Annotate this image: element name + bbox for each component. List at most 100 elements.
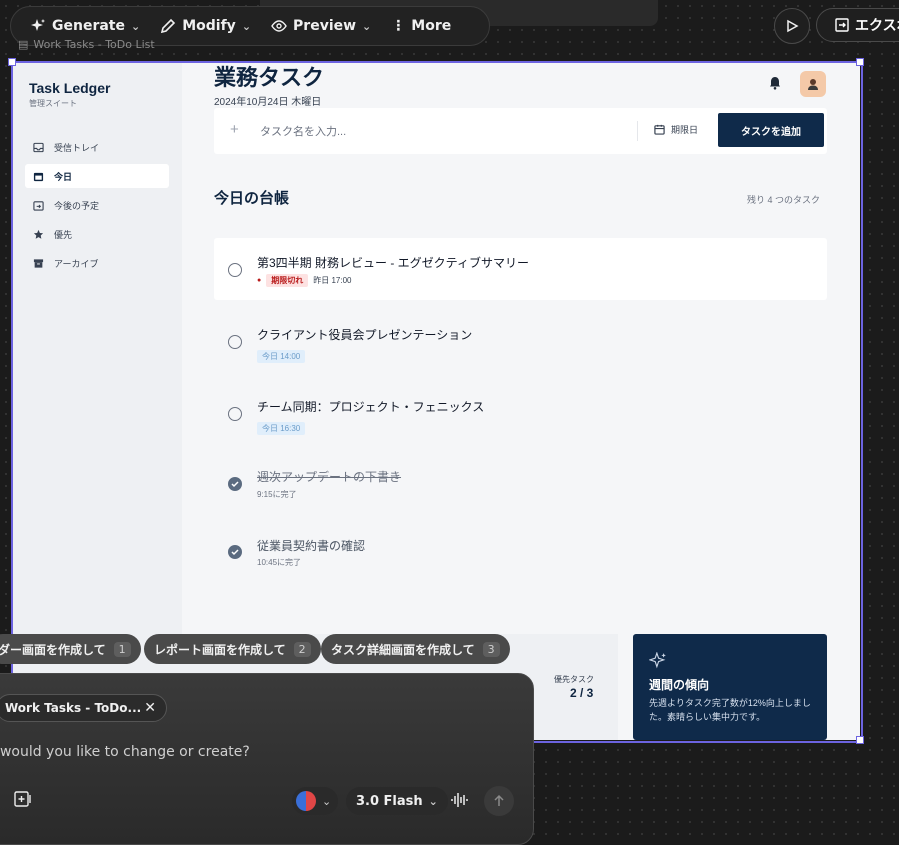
pencil-icon <box>161 18 176 34</box>
modify-label: Modify <box>182 18 236 34</box>
suggestion-chip[interactable]: タスク詳細画面を作成して 3 <box>321 634 510 664</box>
add-attachment-button[interactable] <box>14 791 32 811</box>
modify-button[interactable]: Modify ⌄ <box>151 11 260 41</box>
play-icon <box>787 19 799 33</box>
weekly-trend-card: 週間の傾向 先週よりタスク完了数が12%向上しました。素晴らしい集中力です。 <box>633 634 827 740</box>
task-row[interactable]: チーム同期：プロジェクト・フェニックス 今日 16:30 <box>214 382 827 444</box>
suggestion-label: レポート画面を作成して <box>154 642 286 657</box>
chevron-down-icon: ⌄ <box>362 19 372 33</box>
sidebar-item-label: 受信トレイ <box>54 142 100 153</box>
suggestion-number: 1 <box>113 641 131 657</box>
suggestion-label: タスク詳細画面を作成して <box>331 642 475 657</box>
sidebar-item-upcoming[interactable]: 今後の予定 <box>25 193 169 217</box>
notifications-button[interactable] <box>769 76 781 95</box>
preview-label: Preview <box>293 18 357 34</box>
priority-label: 優先タスク <box>554 675 594 684</box>
overdue-badge: 期限切れ <box>266 274 309 287</box>
suggestion-number: 2 <box>293 641 311 657</box>
checkmark-icon <box>231 481 239 488</box>
context-file-pill[interactable]: Work Tasks - ToDo... ✕ <box>0 694 167 722</box>
sidebar-item-label: アーカイブ <box>54 258 99 269</box>
task-name-input[interactable] <box>258 120 622 144</box>
avatar[interactable] <box>800 71 826 97</box>
task-row[interactable]: クライアント役員会プレゼンテーション 今日 14:00 <box>214 310 827 372</box>
task-checkbox[interactable] <box>228 407 242 421</box>
trend-title: 週間の傾向 <box>649 678 710 692</box>
page-date: 2024年10月24日 木曜日 <box>214 97 322 108</box>
suggestion-chip[interactable]: レポート画面を作成して 2 <box>144 634 321 664</box>
task-title: チーム同期：プロジェクト・フェニックス <box>257 400 485 414</box>
task-checkbox-checked[interactable] <box>228 477 242 491</box>
task-row[interactable]: 従業員契約書の確認 10:45に完了 <box>214 524 827 586</box>
task-title: 従業員契約書の確認 <box>257 539 366 553</box>
suggestion-label: ダー画面を作成して <box>0 642 106 657</box>
flag-icon <box>296 791 316 811</box>
generate-button[interactable]: Generate ⌄ <box>21 11 149 41</box>
add-media-icon <box>14 791 31 807</box>
due-date-button[interactable]: 期限日 <box>654 123 698 136</box>
model-select[interactable]: 3.0 Flash ⌄ <box>346 787 448 815</box>
preview-button[interactable]: Preview ⌄ <box>262 11 380 41</box>
sidebar-item-label: 今日 <box>54 171 73 182</box>
more-button[interactable]: ⋮ More <box>382 11 460 41</box>
voice-input-button[interactable] <box>450 791 468 813</box>
user-avatar-icon <box>808 79 818 90</box>
sidebar-item-priority[interactable]: 優先 <box>25 222 169 246</box>
task-checkbox[interactable] <box>228 335 242 349</box>
task-row[interactable]: 週次アップデートの下書き 9:15に完了 <box>214 454 827 516</box>
add-task-button[interactable]: タスクを追加 <box>718 113 824 147</box>
star-icon <box>33 229 44 239</box>
task-checkbox-checked[interactable] <box>228 545 242 559</box>
task-meta: 今日 16:30 <box>257 418 306 436</box>
resize-handle[interactable] <box>8 58 16 66</box>
sparkle-icon <box>649 652 666 669</box>
prompt-input[interactable] <box>0 740 492 764</box>
export-label: エクスポ <box>855 18 899 34</box>
send-button[interactable] <box>484 786 514 816</box>
due-date-label: 期限日 <box>671 125 699 135</box>
more-vert-icon: ⋮ <box>391 18 406 34</box>
calendar-arrow-icon <box>33 200 44 211</box>
task-time-badge: 今日 16:30 <box>257 422 306 435</box>
remaining-count: 残り 4 つのタスク <box>747 195 821 205</box>
export-icon <box>835 18 849 32</box>
close-icon[interactable]: ✕ <box>144 700 156 716</box>
frame-label[interactable]: ▤ Work Tasks - ToDo List <box>18 38 155 51</box>
calendar-icon <box>654 124 665 135</box>
sidebar-item-inbox[interactable]: 受信トレイ <box>25 135 169 159</box>
overdue-dot-icon: ● <box>257 277 262 284</box>
task-title: 第3四半期 財務レビュー - エグゼクティブサマリー <box>257 256 529 270</box>
eye-icon <box>271 20 287 32</box>
task-checkbox[interactable] <box>228 263 242 277</box>
sidebar-item-label: 今後の予定 <box>54 200 100 211</box>
task-time-badge: 今日 14:00 <box>257 350 306 363</box>
play-button[interactable] <box>774 8 810 44</box>
task-meta: ● 期限切れ 昨日 17:00 <box>257 274 351 287</box>
sidebar-item-archive[interactable]: アーカイブ <box>25 251 169 275</box>
task-completed-time: 10:45に完了 <box>257 558 302 567</box>
suggestion-number: 3 <box>482 641 500 657</box>
brand-name: Task Ledger <box>29 80 111 96</box>
model-label: 3.0 Flash <box>356 793 423 809</box>
arrow-up-icon <box>494 794 504 806</box>
export-button[interactable]: エクスポ <box>816 8 899 42</box>
suggestion-chip[interactable]: ダー画面を作成して 1 <box>0 634 141 664</box>
resize-handle[interactable] <box>856 736 864 744</box>
priority-value: 2 / 3 <box>570 686 594 700</box>
chevron-down-icon: ⌄ <box>428 794 438 808</box>
more-label: More <box>411 18 452 34</box>
checkmark-icon <box>231 549 239 556</box>
resize-handle[interactable] <box>856 58 864 66</box>
model-flag-toggle[interactable]: ⌄ <box>292 787 338 815</box>
add-task-bar: + 期限日 タスクを追加 <box>214 108 827 154</box>
sparkle-icon <box>31 19 45 31</box>
generate-label: Generate <box>52 18 125 34</box>
chevron-down-icon: ⌄ <box>241 19 252 33</box>
sidebar-item-today[interactable]: 今日 <box>25 164 169 188</box>
task-title: クライアント役員会プレゼンテーション <box>257 328 473 342</box>
task-row[interactable]: 第3四半期 財務レビュー - エグゼクティブサマリー ● 期限切れ 昨日 17:… <box>214 238 827 300</box>
brand-subtitle: 管理スイート <box>29 99 77 108</box>
waveform-icon <box>451 793 468 807</box>
archive-icon <box>33 258 44 268</box>
task-completed-time: 9:15に完了 <box>257 490 297 499</box>
